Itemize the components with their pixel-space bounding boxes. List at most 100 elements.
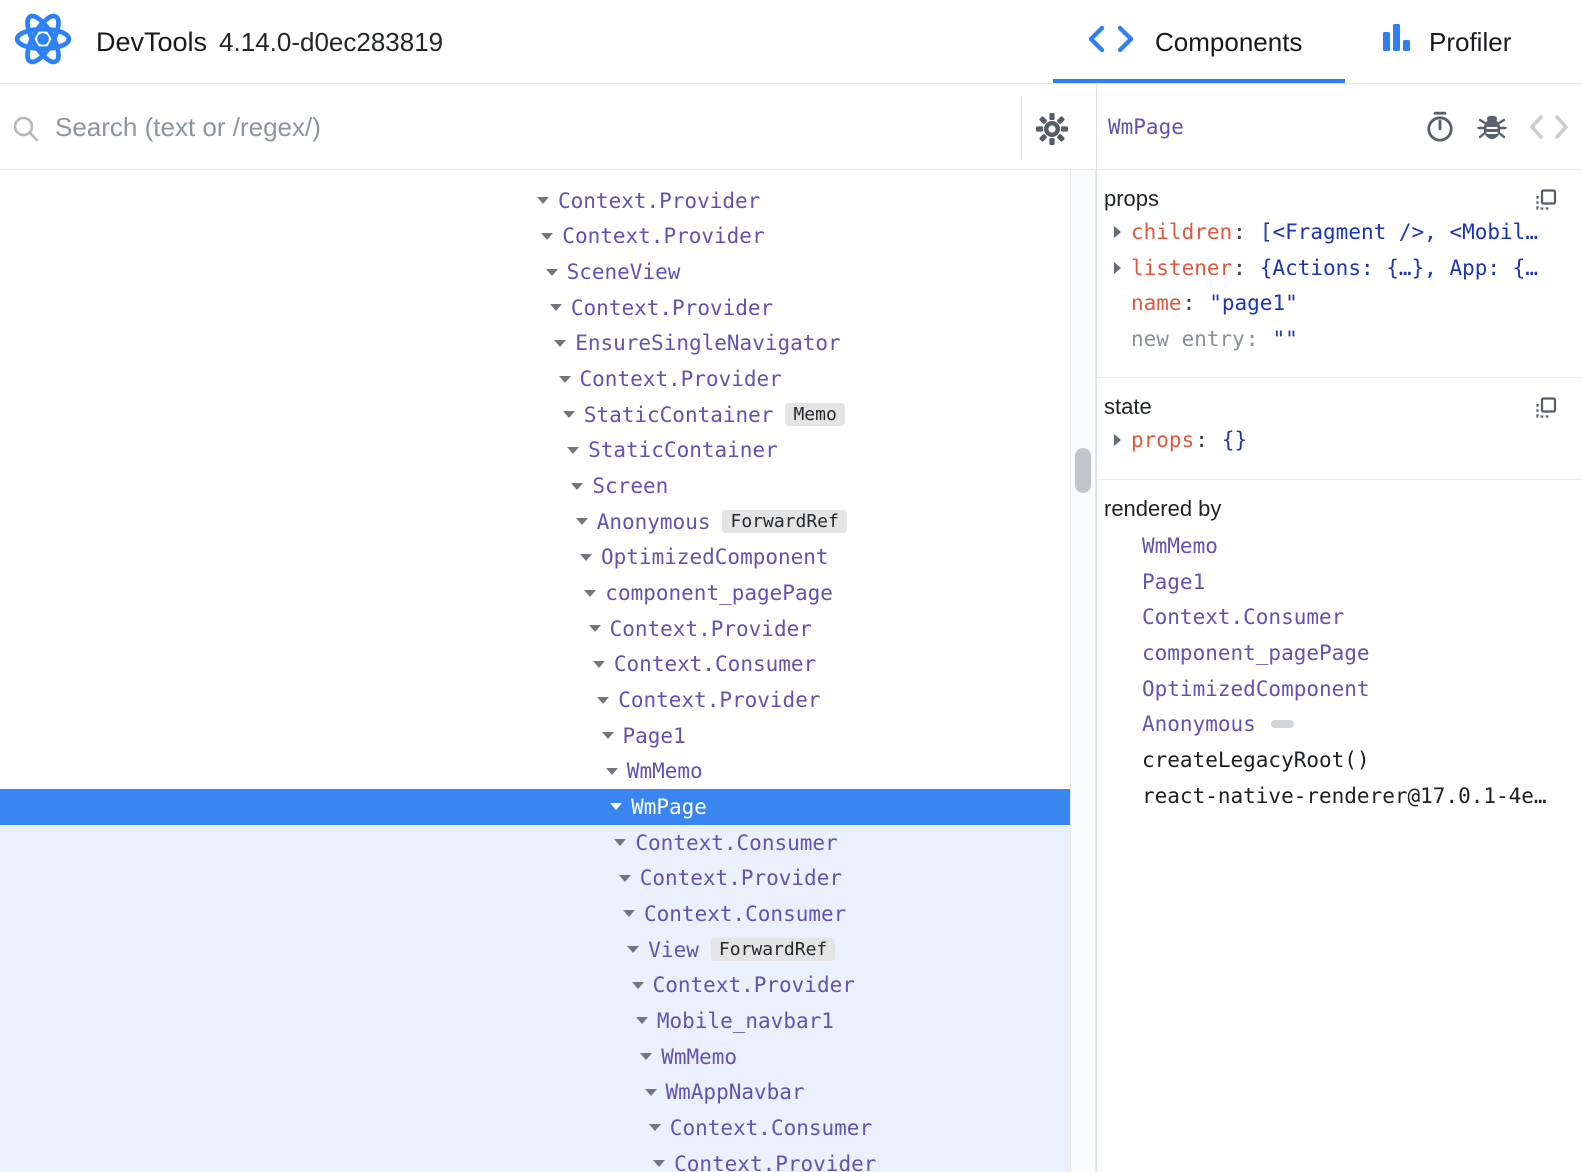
component-name: Context.Provider	[610, 617, 812, 641]
expand-arrow-icon[interactable]	[546, 269, 558, 276]
expand-arrow-icon[interactable]	[610, 803, 622, 810]
expand-arrow-icon[interactable]	[559, 376, 571, 383]
tree-row[interactable]: StaticContainer	[0, 433, 1070, 469]
header-divider	[0, 83, 1582, 84]
tree-row[interactable]: Mobile_navbar1	[0, 1003, 1070, 1039]
tree-row[interactable]: OptimizedComponent	[0, 540, 1070, 576]
rendered-by-item[interactable]: WmMemo	[1097, 528, 1582, 564]
expand-arrow-icon[interactable]	[571, 483, 583, 490]
expand-arrow-icon[interactable]	[580, 554, 592, 561]
copy-icon[interactable]	[1534, 396, 1558, 425]
tree-row[interactable]: Context.Provider	[0, 361, 1070, 397]
expand-arrow-icon[interactable]	[554, 340, 566, 347]
rendered-by-label: rendered by	[1097, 494, 1582, 524]
prop-value[interactable]: ""	[1272, 327, 1297, 351]
expand-arrow-icon[interactable]	[584, 590, 596, 597]
expand-arrow-icon[interactable]	[602, 732, 614, 739]
rendered-by-item[interactable]: component_pagePage	[1097, 635, 1582, 671]
expand-arrow-icon[interactable]	[632, 982, 644, 989]
rendered-by-item[interactable]: OptimizedComponent	[1097, 671, 1582, 707]
tree-row[interactable]: Context.Provider	[0, 290, 1070, 326]
prop-row: new entry : ""	[1097, 321, 1582, 357]
component-name: Context.Provider	[674, 1152, 876, 1172]
tree-row[interactable]: Context.Provider	[0, 611, 1070, 647]
expand-arrow-icon[interactable]	[614, 839, 626, 846]
search-input[interactable]	[55, 96, 985, 158]
expand-arrow-icon[interactable]	[636, 1017, 648, 1024]
tree-scrollbar-thumb[interactable]	[1075, 448, 1091, 493]
tree-row[interactable]: Screen	[0, 468, 1070, 504]
tab-profiler[interactable]: Profiler	[1383, 0, 1511, 84]
tree-row[interactable]: Context.Consumer	[0, 647, 1070, 683]
view-source-icon[interactable]	[1529, 114, 1569, 140]
debug-bug-icon[interactable]	[1476, 111, 1508, 143]
expand-arrow-icon[interactable]	[589, 625, 601, 632]
tree-row[interactable]: Context.Provider	[0, 860, 1070, 896]
tree-row[interactable]: WmAppNavbar	[0, 1074, 1070, 1110]
prop-value[interactable]: "page1"	[1209, 291, 1298, 315]
prop-name: new entry	[1131, 327, 1245, 351]
tree-row[interactable]: Anonymous ForwardRef	[0, 504, 1070, 540]
rendered-by-item[interactable]: Context.Consumer	[1097, 599, 1582, 635]
prop-value[interactable]: {}	[1222, 428, 1247, 452]
expand-arrow-icon[interactable]	[563, 411, 575, 418]
tree-row[interactable]: SceneView	[0, 254, 1070, 290]
tree-row[interactable]: WmMemo	[0, 754, 1070, 790]
tree-row[interactable]: Context.Provider	[0, 183, 1070, 219]
tree-row[interactable]: Context.Provider	[0, 1146, 1070, 1172]
tree-row[interactable]: Context.Provider	[0, 967, 1070, 1003]
rendered-by-item[interactable]: createLegacyRoot()	[1097, 742, 1582, 778]
expand-arrow-icon[interactable]	[640, 1053, 652, 1060]
tree-row[interactable]: View ForwardRef	[0, 932, 1070, 968]
prop-value[interactable]: [<Fragment />, <Mobil…	[1260, 220, 1538, 244]
suspend-stopwatch-icon[interactable]	[1425, 111, 1455, 143]
tab-components-label: Components	[1155, 27, 1302, 58]
app-title: DevTools 4.14.0-d0ec283819	[96, 0, 443, 84]
expand-arrow-icon[interactable]	[653, 1160, 665, 1167]
code-brackets-icon	[1087, 23, 1137, 62]
expand-arrow-icon[interactable]	[576, 518, 588, 525]
expand-arrow-icon[interactable]	[593, 661, 605, 668]
settings-gear-button[interactable]	[1034, 111, 1070, 152]
prop-value[interactable]: {Actions: {…}, App: {…	[1260, 256, 1538, 280]
tree-scrollbar-track[interactable]	[1070, 170, 1096, 1172]
expand-arrow-icon[interactable]	[541, 233, 553, 240]
rendered-by-item[interactable]: Page1	[1097, 564, 1582, 600]
tree-row[interactable]: WmPage	[0, 789, 1070, 825]
component-name: WmMemo	[661, 1045, 737, 1069]
expand-arrow-icon[interactable]	[1114, 262, 1121, 274]
expand-arrow-icon[interactable]	[606, 768, 618, 775]
rendered-by-name: Anonymous	[1142, 712, 1256, 736]
tree-row[interactable]: Context.Consumer	[0, 825, 1070, 861]
tree-row[interactable]: WmMemo	[0, 1039, 1070, 1075]
expand-arrow-icon[interactable]	[627, 946, 639, 953]
expand-arrow-icon[interactable]	[550, 304, 562, 311]
component-name: Context.Provider	[571, 296, 773, 320]
tab-profiler-label: Profiler	[1429, 27, 1511, 58]
expand-arrow-icon[interactable]	[567, 447, 579, 454]
rendered-by-item[interactable]: Anonymous	[1097, 706, 1582, 742]
expand-arrow-icon[interactable]	[623, 910, 635, 917]
tree-row[interactable]: EnsureSingleNavigator	[0, 326, 1070, 362]
tree-row[interactable]: Context.Consumer	[0, 1110, 1070, 1146]
rendered-by-name: createLegacyRoot()	[1142, 748, 1370, 772]
expand-arrow-icon[interactable]	[619, 875, 631, 882]
search-icon	[12, 115, 40, 148]
tree-row[interactable]: Context.Provider	[0, 682, 1070, 718]
expand-arrow-icon[interactable]	[537, 197, 549, 204]
tree-row[interactable]: StaticContainer Memo	[0, 397, 1070, 433]
rendered-by-name: Context.Consumer	[1142, 605, 1344, 629]
copy-icon[interactable]	[1534, 188, 1558, 217]
expand-arrow-icon[interactable]	[1114, 226, 1121, 238]
component-name: EnsureSingleNavigator	[575, 331, 841, 355]
tree-row[interactable]: Context.Provider	[0, 219, 1070, 255]
tab-components[interactable]: Components	[1087, 0, 1302, 84]
tree-row[interactable]: Page1	[0, 718, 1070, 754]
expand-arrow-icon[interactable]	[649, 1124, 661, 1131]
tree-row[interactable]: component_pagePage	[0, 575, 1070, 611]
tree-row[interactable]: Context.Consumer	[0, 896, 1070, 932]
expand-arrow-icon[interactable]	[597, 697, 609, 704]
rendered-by-item[interactable]: react-native-renderer@17.0.1-4e…	[1097, 778, 1582, 814]
expand-arrow-icon[interactable]	[645, 1089, 657, 1096]
expand-arrow-icon[interactable]	[1114, 434, 1121, 446]
